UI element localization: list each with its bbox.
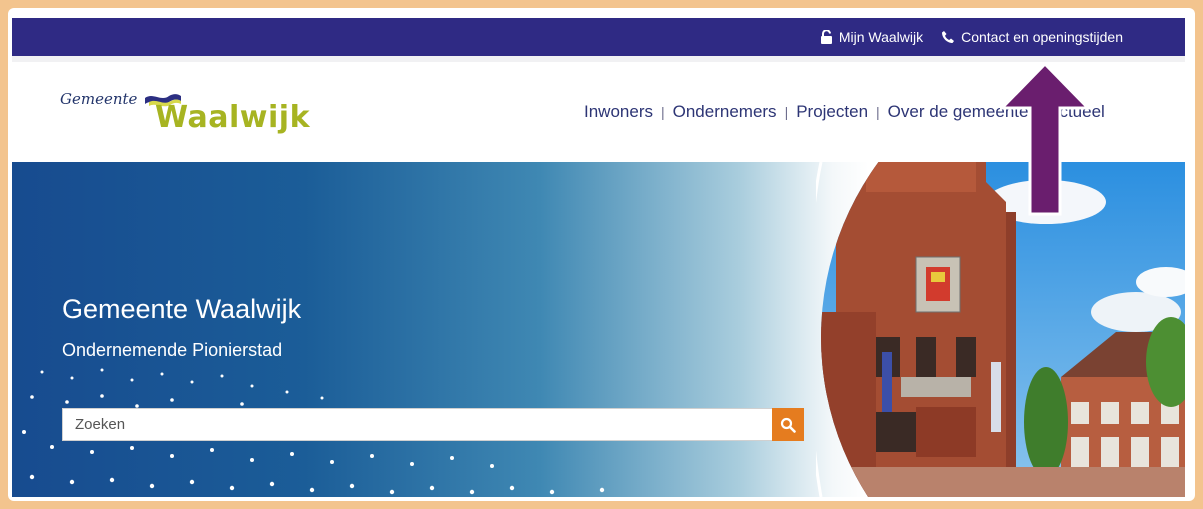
search-bar [62, 408, 804, 441]
nav-item-inwoners[interactable]: Inwoners [584, 102, 653, 122]
logo-prefix: Gemeente [60, 90, 138, 108]
phone-icon [942, 31, 955, 43]
search-button[interactable] [772, 408, 804, 441]
search-input[interactable] [62, 408, 772, 441]
contact-label: Contact en openingstijden [961, 29, 1123, 45]
logo[interactable]: Gemeente Waalwijk [60, 84, 320, 144]
top-utility-bar: Mijn Waalwijk Contact en openingstijden [12, 18, 1185, 56]
hero-title: Gemeente Waalwijk [62, 294, 302, 324]
lock-icon [820, 30, 832, 44]
nav-item-ondernemers[interactable]: Ondernemers [673, 102, 777, 122]
nav-separator: | [784, 104, 789, 120]
hero-subtitle: Ondernemende Pionierstad [62, 340, 283, 360]
mijn-waalwijk-label: Mijn Waalwijk [838, 29, 924, 45]
nav-item-projecten[interactable]: Projecten [796, 102, 868, 122]
nav-separator: | [876, 104, 880, 120]
mijn-waalwijk-link[interactable]: Mijn Waalwijk [820, 29, 923, 45]
contact-link[interactable]: Contact en openingstijden [941, 29, 1123, 45]
up-arrow-annotation [1000, 62, 1090, 216]
search-icon [780, 417, 796, 433]
nav-separator: | [660, 104, 665, 120]
logo-name: Waalwijk [155, 100, 311, 135]
